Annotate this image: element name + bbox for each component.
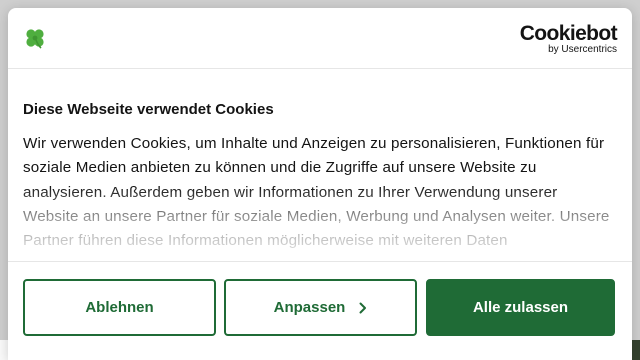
decline-button[interactable]: Ablehnen xyxy=(23,279,216,336)
clover-icon xyxy=(24,27,46,49)
customize-button-label: Anpassen xyxy=(273,299,346,316)
cookiebot-logo[interactable]: Cookiebot by Usercentrics xyxy=(519,22,618,56)
cookie-consent-dialog: Cookiebot by Usercentrics Diese Webseite… xyxy=(8,8,632,360)
dialog-body-text: Wir verwenden Cookies, um Inhalte und An… xyxy=(23,135,610,250)
customize-button[interactable]: Anpassen xyxy=(224,279,417,336)
chevron-right-icon xyxy=(359,302,367,314)
dialog-footer: Ablehnen Anpassen Alle zulassen xyxy=(8,261,632,360)
dialog-content: Diese Webseite verwendet Cookies Wir ver… xyxy=(23,86,613,254)
dialog-title: Diese Webseite verwendet Cookies xyxy=(23,101,274,118)
brand-name: Cookiebot xyxy=(519,22,618,45)
brand-subtitle: by Usercentrics xyxy=(548,44,617,55)
accept-all-button[interactable]: Alle zulassen xyxy=(426,279,615,336)
dialog-header: Cookiebot by Usercentrics xyxy=(8,8,632,69)
accept-all-button-label: Alle zulassen xyxy=(472,299,569,316)
decline-button-label: Ablehnen xyxy=(85,299,154,316)
